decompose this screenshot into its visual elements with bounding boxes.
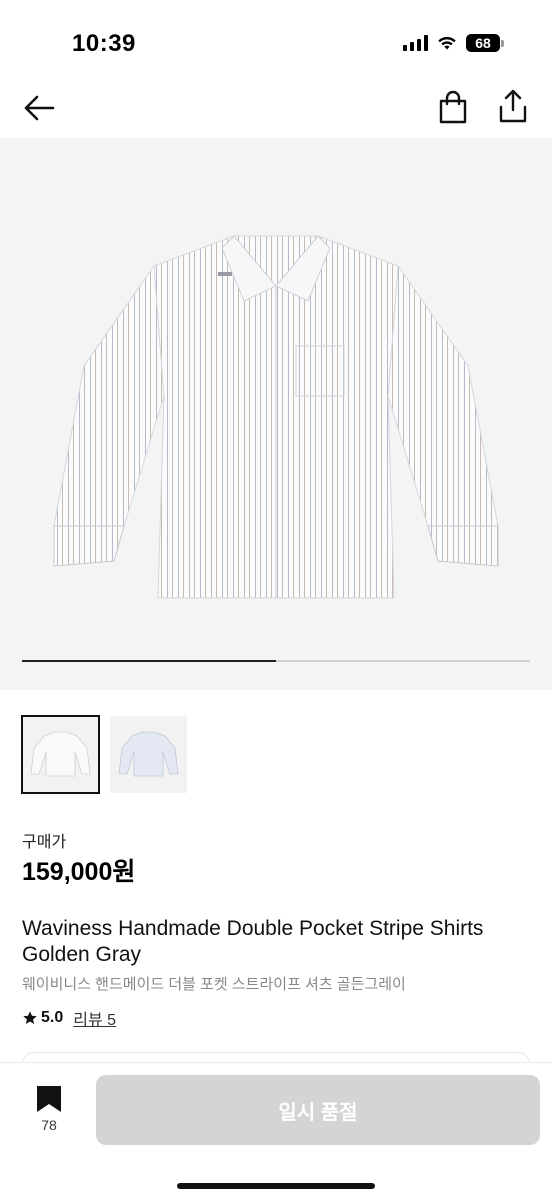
gallery-progress-fill	[22, 660, 276, 662]
bookmark-icon	[37, 1086, 61, 1112]
product-title-en: Waviness Handmade Double Pocket Stripe S…	[22, 917, 484, 966]
price-label: 구매가	[22, 834, 67, 851]
rating-row: 5.0 리뷰 5	[22, 1006, 116, 1030]
rating-score: 5.0	[41, 1009, 64, 1026]
status-icons: 68	[403, 34, 504, 52]
gallery-progress-track	[22, 660, 530, 662]
shirt-image	[53, 235, 499, 599]
bottom-action-bar: 78 일시 품절	[0, 1062, 552, 1200]
status-bar: 10:39 68	[0, 0, 552, 80]
thumbnail-blue-stripe[interactable]	[110, 716, 187, 793]
share-icon[interactable]	[497, 88, 529, 124]
star-icon	[23, 1011, 37, 1024]
status-time: 10:39	[72, 30, 136, 57]
thumbnail-shirt-image	[118, 731, 179, 777]
battery-level: 68	[466, 34, 500, 52]
thumbnail-shirt-image	[30, 731, 91, 777]
nav-bar	[0, 80, 552, 138]
sold-out-button[interactable]: 일시 품절	[96, 1075, 540, 1145]
thumbnail-golden-gray[interactable]	[21, 715, 100, 794]
review-link[interactable]: 리뷰 5	[73, 1006, 116, 1030]
thumbnail-list	[21, 715, 187, 794]
price-value: 159,000원	[22, 858, 136, 886]
bookmark-count: 78	[41, 1117, 57, 1133]
bookmark-button[interactable]: 78	[30, 1085, 68, 1141]
shopping-bag-icon[interactable]	[438, 90, 468, 124]
product-title-ko: 웨이비니스 핸드메이드 더블 포켓 스트라이프 셔츠 골든그레이	[22, 976, 406, 993]
back-arrow-icon[interactable]	[22, 92, 56, 124]
product-image-gallery[interactable]	[0, 138, 552, 690]
cellular-signal-icon	[403, 35, 428, 51]
home-indicator	[177, 1183, 375, 1189]
wifi-icon	[438, 36, 456, 50]
battery-icon: 68	[466, 34, 504, 52]
